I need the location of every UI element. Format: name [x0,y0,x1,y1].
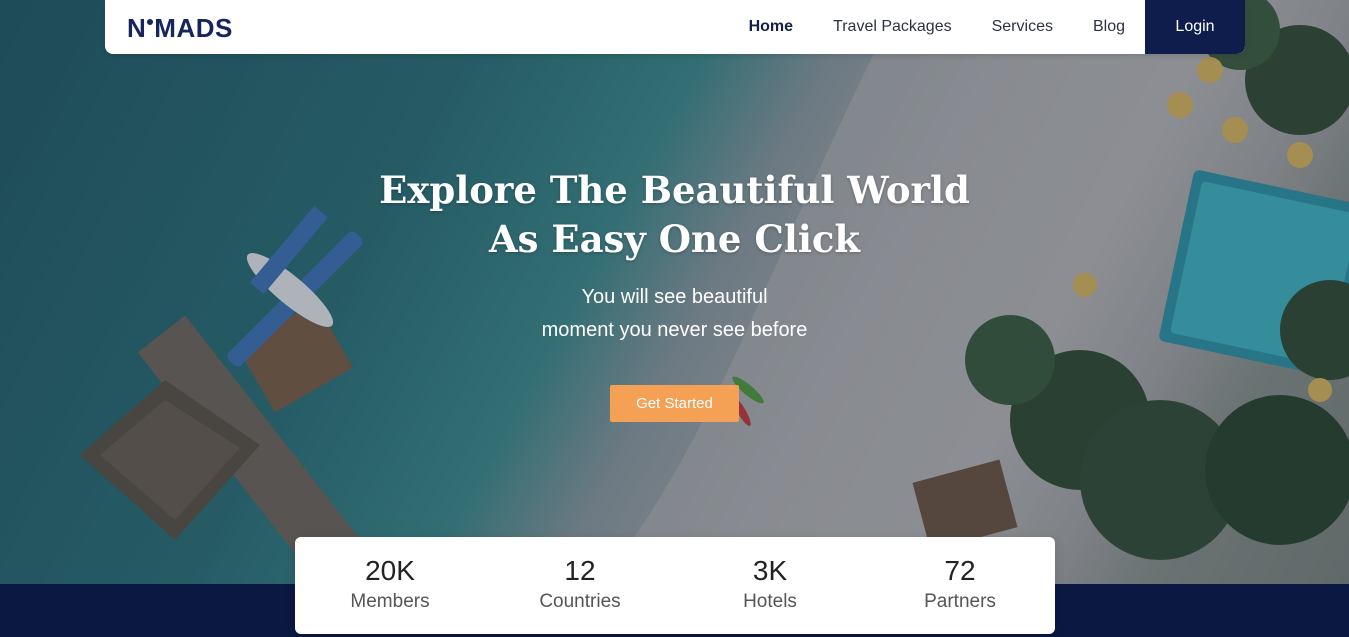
get-started-button[interactable]: Get Started [610,385,739,422]
stat-value: 12 [564,555,596,586]
stat-label: Countries [539,591,621,612]
stat-label: Members [350,591,430,612]
stat-label: Partners [924,591,996,612]
stat-value: 72 [944,555,976,586]
stat-hotels: 3K Hotels [675,537,865,634]
nav-link-services[interactable]: Services [992,18,1053,36]
stat-members: 20K Members [295,537,485,634]
stat-label: Hotels [743,591,797,612]
hero-title: Explore The Beautiful World As Easy One … [0,166,1349,264]
logo-text: MADS [154,13,233,43]
hero-title-line-2: As Easy One Click [488,217,861,261]
login-button[interactable]: Login [1145,0,1245,54]
stat-countries: 12 Countries [485,537,675,634]
nav-link-travel-packages[interactable]: Travel Packages [833,18,952,36]
logo-letter: N [127,13,147,43]
nav-link-blog[interactable]: Blog [1093,18,1125,36]
logo-dot-icon [147,18,154,25]
hero-title-line-1: Explore The Beautiful World [379,168,970,212]
stat-partners: 72 Partners [865,537,1055,634]
hero-subtitle-line-2: moment you never see before [541,319,808,341]
navbar: N MADS Home Travel Packages Services Blo… [105,0,1245,54]
stats-card: 20K Members 12 Countries 3K Hotels 72 Pa… [295,537,1055,634]
hero-subtitle-line-1: You will see beautiful [581,286,768,308]
hero-subtitle: You will see beautiful moment you never … [0,281,1349,347]
nav-links: Home Travel Packages Services Blog [749,0,1125,54]
stat-value: 3K [752,555,788,586]
logo[interactable]: N MADS [127,13,233,44]
stat-value: 20K [365,555,415,586]
nav-link-home[interactable]: Home [749,18,793,36]
